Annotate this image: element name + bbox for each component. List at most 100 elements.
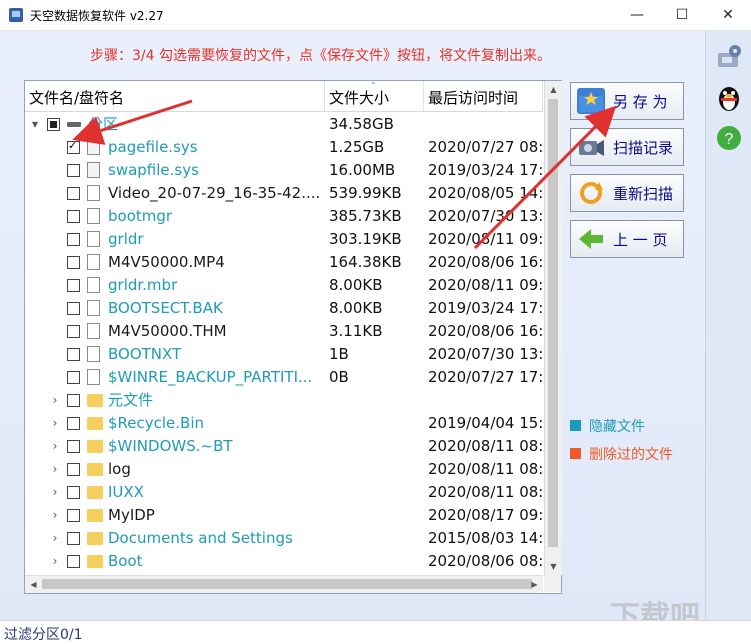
list-row[interactable]: › 元文件 xyxy=(25,389,543,412)
expander-spacer xyxy=(49,366,61,389)
row-checkbox[interactable] xyxy=(67,371,80,384)
row-checkbox[interactable] xyxy=(67,417,80,430)
list-row[interactable]: BOOTSECT.BAK 8.00KB 2019/03/24 17: xyxy=(25,297,543,320)
list-row[interactable]: bootmgr 385.73KB 2020/07/30 13: xyxy=(25,205,543,228)
row-checkbox[interactable] xyxy=(67,440,80,453)
row-size: 3.11KB xyxy=(329,322,383,340)
scan-record-button[interactable]: 扫描记录 xyxy=(570,128,684,166)
expand-chevron-icon[interactable]: ▾ xyxy=(29,113,41,136)
row-date: 2020/08/11 08: xyxy=(428,460,543,478)
row-checkbox[interactable] xyxy=(67,210,80,223)
row-checkbox[interactable] xyxy=(67,302,80,315)
expander-spacer xyxy=(49,274,61,297)
row-name: MyIDP xyxy=(108,506,155,524)
qq-penguin-icon[interactable] xyxy=(714,83,744,113)
settings-icon[interactable] xyxy=(714,43,744,73)
scroll-up-icon[interactable]: ▲ xyxy=(545,81,562,98)
row-checkbox[interactable] xyxy=(67,233,80,246)
row-name: 分区 xyxy=(88,115,119,133)
list-row[interactable]: › log 2020/08/11 08: xyxy=(25,458,543,481)
folder-icon xyxy=(87,417,103,430)
list-row[interactable]: M4V50000.THM 3.11KB 2020/08/06 16: xyxy=(25,320,543,343)
row-date: 2020/08/06 08: xyxy=(428,552,543,570)
back-arrow-icon xyxy=(577,226,605,252)
refresh-icon xyxy=(577,180,605,206)
row-checkbox[interactable] xyxy=(67,164,80,177)
expander-spacer xyxy=(49,136,61,159)
list-row[interactable]: M4V50000.MP4 164.38KB 2020/08/06 16: xyxy=(25,251,543,274)
list-row[interactable]: BOOTNXT 1B 2020/07/30 13: xyxy=(25,343,543,366)
row-checkbox[interactable] xyxy=(67,532,80,545)
step-instruction: 步骤：3/4 勾选需要恢复的文件，点《保存文件》按钮，将文件复制出来。 xyxy=(90,48,551,64)
rescan-button[interactable]: 重新扫描 xyxy=(570,174,684,212)
row-size: 0B xyxy=(329,368,349,386)
system-file-icon xyxy=(87,162,100,178)
list-row[interactable]: › $WINDOWS.~BT 2020/08/11 08: xyxy=(25,435,543,458)
expand-chevron-icon[interactable]: › xyxy=(49,550,61,573)
list-row[interactable]: ▾ 分区 34.58GB xyxy=(25,113,543,136)
file-list[interactable]: 文件名/盘符名 文件大小 最后访问时间 ⌃ ▾ 分区 34.58GB pagefile… xyxy=(24,80,562,594)
scroll-down-icon[interactable]: ▼ xyxy=(545,558,562,575)
expand-chevron-icon[interactable]: › xyxy=(49,435,61,458)
scroll-left-icon[interactable]: ◀ xyxy=(25,576,42,593)
row-name: BOOTSECT.BAK xyxy=(108,299,223,317)
maximize-button[interactable]: ☐ xyxy=(659,0,705,30)
expand-chevron-icon[interactable]: › xyxy=(49,458,61,481)
help-icon[interactable]: ? xyxy=(714,123,744,153)
close-button[interactable]: ✕ xyxy=(705,0,751,30)
row-date: 2020/08/06 16: xyxy=(428,322,543,340)
expand-chevron-icon[interactable]: › xyxy=(49,504,61,527)
list-row[interactable]: Video_20-07-29_16-35-42.... 539.99KB 2020/… xyxy=(25,182,543,205)
row-name: M4V50000.MP4 xyxy=(108,253,225,271)
row-checkbox[interactable] xyxy=(67,394,80,407)
prev-page-button[interactable]: 上 一 页 xyxy=(570,220,684,258)
minimize-button[interactable]: — xyxy=(614,0,660,30)
row-checkbox[interactable] xyxy=(47,118,60,131)
folder-icon xyxy=(87,394,103,407)
list-row[interactable]: › MyIDP 2020/08/17 09: xyxy=(25,504,543,527)
status-bar: 过滤分区0/1 xyxy=(0,620,751,644)
expander-spacer xyxy=(49,297,61,320)
list-row[interactable]: pagefile.sys 1.25GB 2020/07/27 08:3 xyxy=(25,136,543,159)
expand-chevron-icon[interactable]: › xyxy=(49,481,61,504)
expand-chevron-icon[interactable]: › xyxy=(49,527,61,550)
row-name: log xyxy=(108,460,131,478)
vertical-scrollbar[interactable]: ▲ ▼ xyxy=(544,81,562,575)
row-checkbox[interactable] xyxy=(67,256,80,269)
column-header-name[interactable]: 文件名/盘符名 xyxy=(25,81,325,111)
list-rows: ▾ 分区 34.58GB pagefile.sys 1.25GB 2020/07/27 0… xyxy=(25,113,543,575)
list-row[interactable]: grldr 303.19KB 2020/08/11 09: xyxy=(25,228,543,251)
row-checkbox[interactable] xyxy=(67,463,80,476)
row-checkbox[interactable] xyxy=(67,279,80,292)
expand-chevron-icon[interactable]: › xyxy=(49,412,61,435)
row-checkbox[interactable] xyxy=(67,555,80,568)
row-name: $WINDOWS.~BT xyxy=(108,437,233,455)
row-name: Boot xyxy=(108,552,143,570)
row-size: 8.00KB xyxy=(329,276,383,294)
save-as-button[interactable]: 另 存 为 xyxy=(570,82,684,120)
list-row[interactable]: › $Recycle.Bin 2019/04/04 15: xyxy=(25,412,543,435)
list-row[interactable]: $WINRE_BACKUP_PARTITI... 0B 2020/07/27 17:… xyxy=(25,366,543,389)
list-row[interactable]: › IUXX 2020/08/11 08: xyxy=(25,481,543,504)
row-checkbox[interactable] xyxy=(67,325,80,338)
list-row[interactable]: swapfile.sys 16.00MB 2019/03/24 17: xyxy=(25,159,543,182)
row-checkbox[interactable] xyxy=(67,509,80,522)
horizontal-scroll-thumb[interactable] xyxy=(42,579,532,589)
row-size xyxy=(329,458,424,481)
row-checkbox[interactable] xyxy=(67,486,80,499)
row-date: 2015/08/03 14: xyxy=(428,529,543,547)
scroll-right-icon[interactable]: ▶ xyxy=(526,576,543,593)
list-row[interactable]: grldr.mbr 8.00KB 2020/08/11 09: xyxy=(25,274,543,297)
expand-chevron-icon[interactable]: › xyxy=(49,389,61,412)
horizontal-scrollbar[interactable]: ◀ ▶ xyxy=(25,575,543,593)
column-header-date[interactable]: 最后访问时间 xyxy=(424,81,543,111)
row-checkbox[interactable] xyxy=(67,348,80,361)
list-row[interactable]: › Boot 2020/08/06 08: xyxy=(25,550,543,573)
row-checkbox[interactable] xyxy=(67,139,80,154)
list-row[interactable]: › Documents and Settings 2015/08/03 14: xyxy=(25,527,543,550)
row-date: 2020/08/05 14: xyxy=(428,184,543,202)
vertical-scroll-thumb[interactable] xyxy=(548,99,558,547)
row-checkbox[interactable] xyxy=(67,187,80,200)
expander-spacer xyxy=(49,205,61,228)
save-folder-icon xyxy=(577,88,605,114)
